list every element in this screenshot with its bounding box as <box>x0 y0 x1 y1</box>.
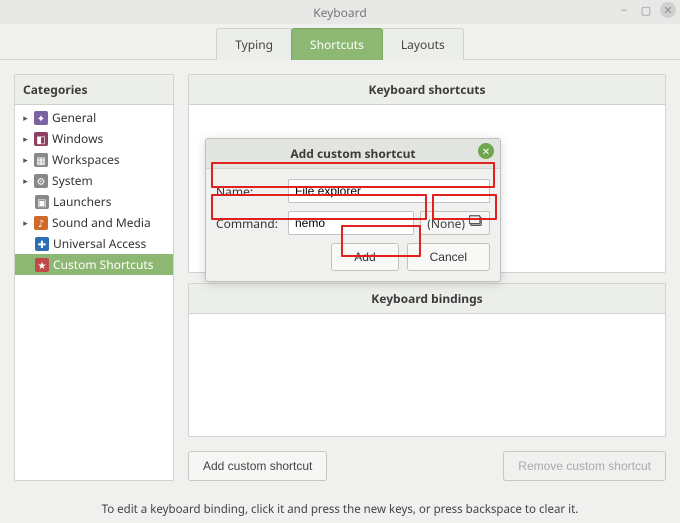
sidebar-item-sound[interactable]: ▸ ♪ Sound and Media <box>15 212 173 233</box>
sidebar-item-label: General <box>52 109 96 126</box>
sidebar-item-workspaces[interactable]: ▸ ▦ Workspaces <box>15 149 173 170</box>
name-input[interactable] <box>288 179 490 203</box>
categories-sidebar: Categories ▸ ✦ General ▸ ◧ Windows ▸ ▦ W… <box>14 74 174 481</box>
dialog-button-row: Add Cancel <box>216 243 490 271</box>
chevron-right-icon: ▸ <box>21 216 30 229</box>
chevron-right-icon: ▸ <box>21 174 30 187</box>
sidebar-item-label: System <box>52 172 93 189</box>
bindings-list[interactable] <box>189 314 665 436</box>
categories-tree: ▸ ✦ General ▸ ◧ Windows ▸ ▦ Workspaces ▸… <box>15 105 173 277</box>
windows-icon: ◧ <box>34 132 48 146</box>
tab-typing[interactable]: Typing <box>216 28 292 60</box>
chevron-right-icon: ▸ <box>21 153 30 166</box>
sound-icon: ♪ <box>34 216 48 230</box>
sidebar-item-label: Windows <box>52 130 103 147</box>
command-row: Command: (None) <box>216 211 490 235</box>
sidebar-item-windows[interactable]: ▸ ◧ Windows <box>15 128 173 149</box>
sidebar-item-label: Universal Access <box>53 235 146 252</box>
command-input[interactable] <box>288 211 414 235</box>
button-row: Add custom shortcut Remove custom shortc… <box>188 451 666 481</box>
window-controls: − ▢ ✕ <box>616 2 676 18</box>
chevron-right-icon: ▸ <box>21 132 30 145</box>
add-custom-shortcut-button[interactable]: Add custom shortcut <box>188 451 327 481</box>
sidebar-item-label: Workspaces <box>52 151 120 168</box>
panel-header: Keyboard shortcuts <box>189 75 665 105</box>
add-custom-shortcut-dialog: Add custom shortcut ✕ Name: Command: (No… <box>205 138 501 282</box>
app-picker-label: (None) <box>427 215 465 232</box>
general-icon: ✦ <box>34 111 48 125</box>
sidebar-item-universal-access[interactable]: ✚ Universal Access <box>15 233 173 254</box>
remove-custom-shortcut-button: Remove custom shortcut <box>503 451 666 481</box>
sidebar-item-launchers[interactable]: ▣ Launchers <box>15 191 173 212</box>
keyboard-bindings-panel: Keyboard bindings <box>188 283 666 437</box>
tab-layouts[interactable]: Layouts <box>382 28 464 60</box>
app-picker-button[interactable]: (None) <box>420 211 490 235</box>
add-button[interactable]: Add <box>331 243 398 271</box>
maximize-icon[interactable]: ▢ <box>638 2 654 18</box>
tab-shortcuts[interactable]: Shortcuts <box>291 28 383 60</box>
sidebar-item-custom-shortcuts[interactable]: ★ Custom Shortcuts <box>15 254 173 275</box>
universal-access-icon: ✚ <box>35 237 49 251</box>
dialog-body: Name: Command: (None) Add Cancel <box>206 169 500 281</box>
folder-icon <box>469 214 483 232</box>
workspaces-icon: ▦ <box>34 153 48 167</box>
sidebar-item-label: Custom Shortcuts <box>53 256 154 273</box>
cancel-button[interactable]: Cancel <box>407 243 490 271</box>
tab-strip: Typing Shortcuts Layouts <box>0 24 680 60</box>
window-title: Keyboard <box>313 4 367 21</box>
sidebar-item-label: Sound and Media <box>52 214 151 231</box>
sidebar-item-system[interactable]: ▸ ⚙ System <box>15 170 173 191</box>
panel-header: Keyboard bindings <box>189 284 665 314</box>
custom-shortcuts-icon: ★ <box>35 258 49 272</box>
system-icon: ⚙ <box>34 174 48 188</box>
command-label: Command: <box>216 215 282 232</box>
close-icon[interactable]: ✕ <box>660 2 676 18</box>
footer-hint: To edit a keyboard binding, click it and… <box>0 495 680 523</box>
name-label: Name: <box>216 183 282 200</box>
name-row: Name: <box>216 179 490 203</box>
launchers-icon: ▣ <box>35 195 49 209</box>
chevron-right-icon: ▸ <box>21 111 30 124</box>
sidebar-item-label: Launchers <box>53 193 112 210</box>
minimize-icon[interactable]: − <box>616 2 632 18</box>
sidebar-header: Categories <box>15 75 173 105</box>
dialog-close-icon[interactable]: ✕ <box>478 143 494 159</box>
dialog-title: Add custom shortcut ✕ <box>206 139 500 169</box>
dialog-title-label: Add custom shortcut <box>290 145 415 162</box>
window-titlebar: Keyboard − ▢ ✕ <box>0 0 680 24</box>
sidebar-item-general[interactable]: ▸ ✦ General <box>15 107 173 128</box>
